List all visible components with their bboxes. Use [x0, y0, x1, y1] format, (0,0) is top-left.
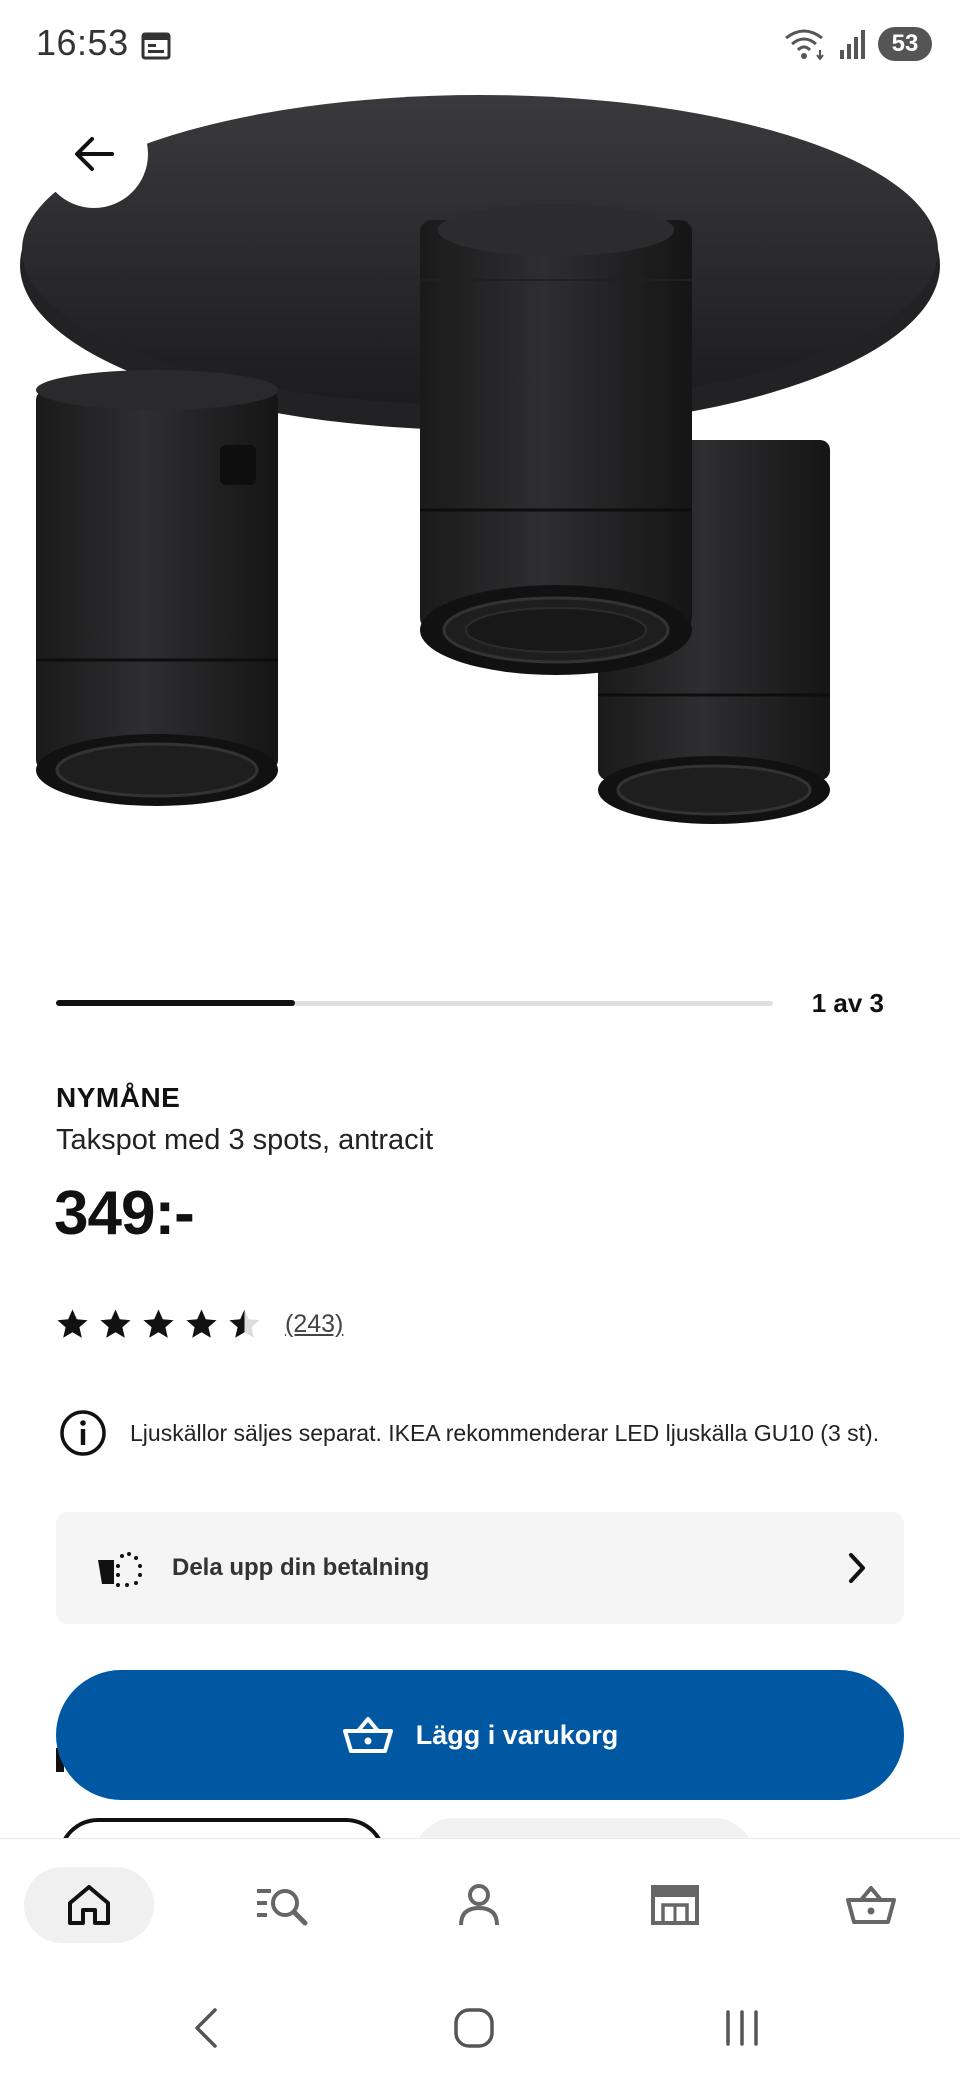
gallery-progress-fill: [56, 1000, 295, 1006]
product-brand: NYMÅNE: [56, 1082, 181, 1113]
battery-icon: 53: [878, 27, 932, 61]
star-icon: [229, 1309, 260, 1338]
home-circle-icon: [454, 2008, 494, 2048]
nav-home[interactable]: [24, 1867, 154, 1943]
info-icon: [60, 1410, 106, 1456]
product-description: Takspot med 3 spots, antracit: [56, 1124, 434, 1156]
system-home-button[interactable]: [444, 1998, 504, 2058]
search-list-icon: [257, 1889, 308, 1926]
nav-store[interactable]: [610, 1867, 740, 1943]
basket-icon: [342, 1717, 393, 1753]
wifi-icon: [785, 29, 824, 60]
star-icon: [57, 1309, 88, 1338]
payment-split-icon: [98, 1552, 142, 1587]
nav-cart[interactable]: [806, 1867, 936, 1943]
system-navigation: [0, 1968, 960, 2080]
back-icon: [195, 2008, 217, 2048]
nav-account[interactable]: [414, 1867, 544, 1943]
rating-stars: [56, 1308, 261, 1341]
product-rating[interactable]: (243): [56, 1308, 343, 1341]
chevron-right-icon: [849, 1553, 865, 1583]
calendar-icon: [141, 32, 171, 60]
system-back-button[interactable]: [176, 1998, 236, 2058]
recents-icon: [726, 2010, 758, 2046]
review-count-link[interactable]: (243): [285, 1310, 343, 1339]
status-time: 16:53: [36, 22, 129, 63]
cart-icon: [846, 1886, 896, 1924]
bottom-navigation: [0, 1838, 960, 1968]
gallery-page-indicator: 1 av 3: [811, 988, 884, 1018]
light-source-notice: Ljuskällor säljes separat. IKEA rekommen…: [58, 1408, 879, 1458]
status-icons: 53: [784, 26, 932, 62]
back-button[interactable]: [40, 100, 148, 208]
system-recents-button[interactable]: [712, 1998, 772, 2058]
status-bar: 16:53 53: [0, 0, 960, 90]
home-icon: [68, 1885, 110, 1925]
star-icon: [143, 1309, 174, 1338]
signal-icon: [840, 30, 865, 59]
installment-label: Dela upp din betalning: [172, 1554, 430, 1581]
star-icon: [186, 1309, 217, 1338]
gallery-progress: [56, 1000, 773, 1006]
nav-search[interactable]: [218, 1867, 348, 1943]
add-to-cart-label: Lägg i varukorg: [415, 1719, 619, 1750]
arrow-left-icon: [75, 137, 114, 171]
product-image[interactable]: [0, 90, 960, 960]
installment-payment-row[interactable]: Dela upp din betalning: [56, 1512, 904, 1624]
product-price: 349:-: [54, 1179, 195, 1248]
store-icon: [651, 1885, 699, 1925]
account-icon: [459, 1884, 499, 1926]
add-to-cart-button[interactable]: Lägg i varukorg: [56, 1670, 904, 1800]
notice-text: Ljuskällor säljes separat. IKEA rekommen…: [130, 1419, 880, 1446]
star-icon: [100, 1309, 131, 1338]
